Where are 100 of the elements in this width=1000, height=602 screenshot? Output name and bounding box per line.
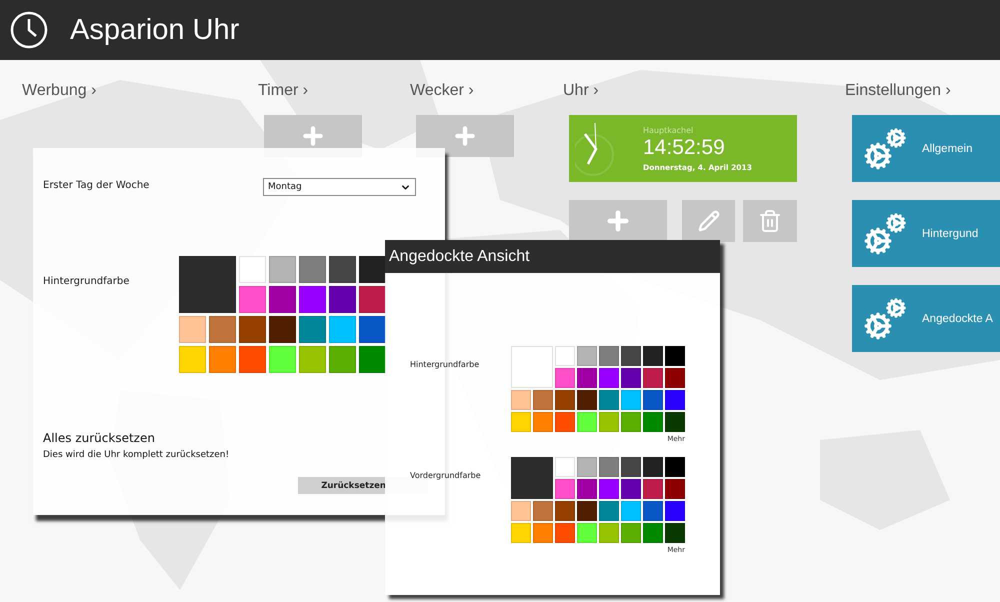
color-swatch[interactable]: [239, 316, 266, 343]
color-swatch[interactable]: [555, 346, 575, 366]
color-swatch[interactable]: [665, 479, 685, 499]
color-swatch[interactable]: [599, 523, 619, 543]
section-heading[interactable]: Werbung ›: [22, 82, 258, 102]
color-swatch[interactable]: [599, 368, 619, 388]
color-swatch[interactable]: [179, 316, 206, 343]
color-swatch[interactable]: [665, 412, 685, 432]
settings-tile[interactable]: Angedockte A: [852, 285, 1000, 352]
section-heading[interactable]: Uhr ›: [563, 82, 845, 102]
color-swatch[interactable]: [599, 501, 619, 521]
color-swatch[interactable]: [643, 501, 663, 521]
color-swatch[interactable]: [577, 346, 597, 366]
gears-icon: [864, 128, 906, 170]
color-swatch[interactable]: [359, 286, 386, 313]
color-swatch[interactable]: [179, 346, 206, 373]
color-swatch[interactable]: [599, 412, 619, 432]
color-swatch[interactable]: [621, 457, 641, 477]
color-swatch[interactable]: [359, 256, 386, 283]
color-swatch[interactable]: [511, 390, 531, 410]
color-swatch[interactable]: [621, 523, 641, 543]
color-swatch[interactable]: [643, 457, 663, 477]
color-swatch[interactable]: [329, 256, 356, 283]
color-swatch[interactable]: [577, 390, 597, 410]
color-swatch[interactable]: [329, 286, 356, 313]
color-swatch[interactable]: [299, 316, 326, 343]
color-swatch[interactable]: [577, 368, 597, 388]
color-swatch[interactable]: [533, 390, 553, 410]
color-swatch[interactable]: [643, 412, 663, 432]
color-swatch[interactable]: [209, 346, 236, 373]
add-tile[interactable]: [416, 115, 514, 157]
color-swatch[interactable]: [555, 390, 575, 410]
color-swatch[interactable]: [359, 346, 386, 373]
color-swatch[interactable]: [621, 346, 641, 366]
settings-tile[interactable]: Allgemein: [852, 115, 1000, 182]
color-swatch[interactable]: [643, 523, 663, 543]
trash-icon: [758, 209, 782, 233]
color-swatch[interactable]: [599, 346, 619, 366]
color-swatch[interactable]: [599, 390, 619, 410]
color-swatch[interactable]: [621, 412, 641, 432]
color-swatch[interactable]: [643, 390, 663, 410]
section-heading[interactable]: Einstellungen ›: [845, 82, 1000, 102]
color-swatch[interactable]: [533, 523, 553, 543]
color-swatch[interactable]: [665, 523, 685, 543]
section-heading[interactable]: Wecker ›: [410, 82, 563, 102]
color-swatch[interactable]: [239, 346, 266, 373]
color-swatch[interactable]: [665, 390, 685, 410]
color-swatch[interactable]: [299, 346, 326, 373]
color-swatch[interactable]: [577, 457, 597, 477]
color-swatch[interactable]: [269, 346, 296, 373]
edit-button[interactable]: [682, 200, 735, 242]
color-swatch[interactable]: [511, 501, 531, 521]
color-swatch[interactable]: [555, 523, 575, 543]
color-swatch[interactable]: [577, 412, 597, 432]
color-swatch[interactable]: [665, 457, 685, 477]
color-swatch[interactable]: [599, 479, 619, 499]
field-label: Hintergrundfarbe: [43, 275, 130, 287]
color-swatch[interactable]: [555, 412, 575, 432]
color-swatch[interactable]: [621, 368, 641, 388]
color-swatch[interactable]: [269, 256, 296, 283]
color-swatch[interactable]: [643, 479, 663, 499]
color-swatch[interactable]: [511, 412, 531, 432]
color-swatch[interactable]: [555, 368, 575, 388]
color-swatch[interactable]: [577, 479, 597, 499]
color-swatch[interactable]: [299, 256, 326, 283]
field-label: Vordergrundfarbe: [410, 470, 482, 480]
add-button[interactable]: [569, 200, 667, 242]
color-swatch[interactable]: [577, 501, 597, 521]
color-swatch[interactable]: [643, 368, 663, 388]
color-swatch[interactable]: [665, 501, 685, 521]
color-swatch[interactable]: [599, 457, 619, 477]
delete-button[interactable]: [743, 200, 797, 242]
section-title: Alles zurücksetzen: [43, 431, 156, 445]
color-swatch[interactable]: [533, 412, 553, 432]
color-swatch[interactable]: [621, 390, 641, 410]
color-swatch[interactable]: [665, 346, 685, 366]
color-swatch[interactable]: [299, 286, 326, 313]
color-swatch[interactable]: [555, 501, 575, 521]
color-swatch[interactable]: [621, 501, 641, 521]
color-swatch[interactable]: [643, 346, 663, 366]
color-swatch[interactable]: [359, 316, 386, 343]
color-swatch[interactable]: [577, 523, 597, 543]
color-swatch[interactable]: [269, 316, 296, 343]
color-swatch[interactable]: [329, 346, 356, 373]
settings-tile[interactable]: Hintergund: [852, 200, 1000, 267]
color-swatch[interactable]: [511, 523, 531, 543]
color-swatch[interactable]: [555, 457, 575, 477]
weekday-dropdown[interactable]: Montag: [263, 178, 416, 196]
color-swatch[interactable]: [269, 286, 296, 313]
color-swatch[interactable]: [665, 368, 685, 388]
section-heading[interactable]: Timer ›: [258, 82, 410, 102]
color-swatch[interactable]: [555, 479, 575, 499]
color-swatch[interactable]: [239, 256, 266, 283]
gears-icon: [864, 298, 906, 340]
color-swatch[interactable]: [329, 316, 356, 343]
tile-caption: Hauptkachel: [643, 126, 694, 134]
color-swatch[interactable]: [239, 286, 266, 313]
color-swatch[interactable]: [209, 316, 236, 343]
color-swatch[interactable]: [621, 479, 641, 499]
color-swatch[interactable]: [533, 501, 553, 521]
